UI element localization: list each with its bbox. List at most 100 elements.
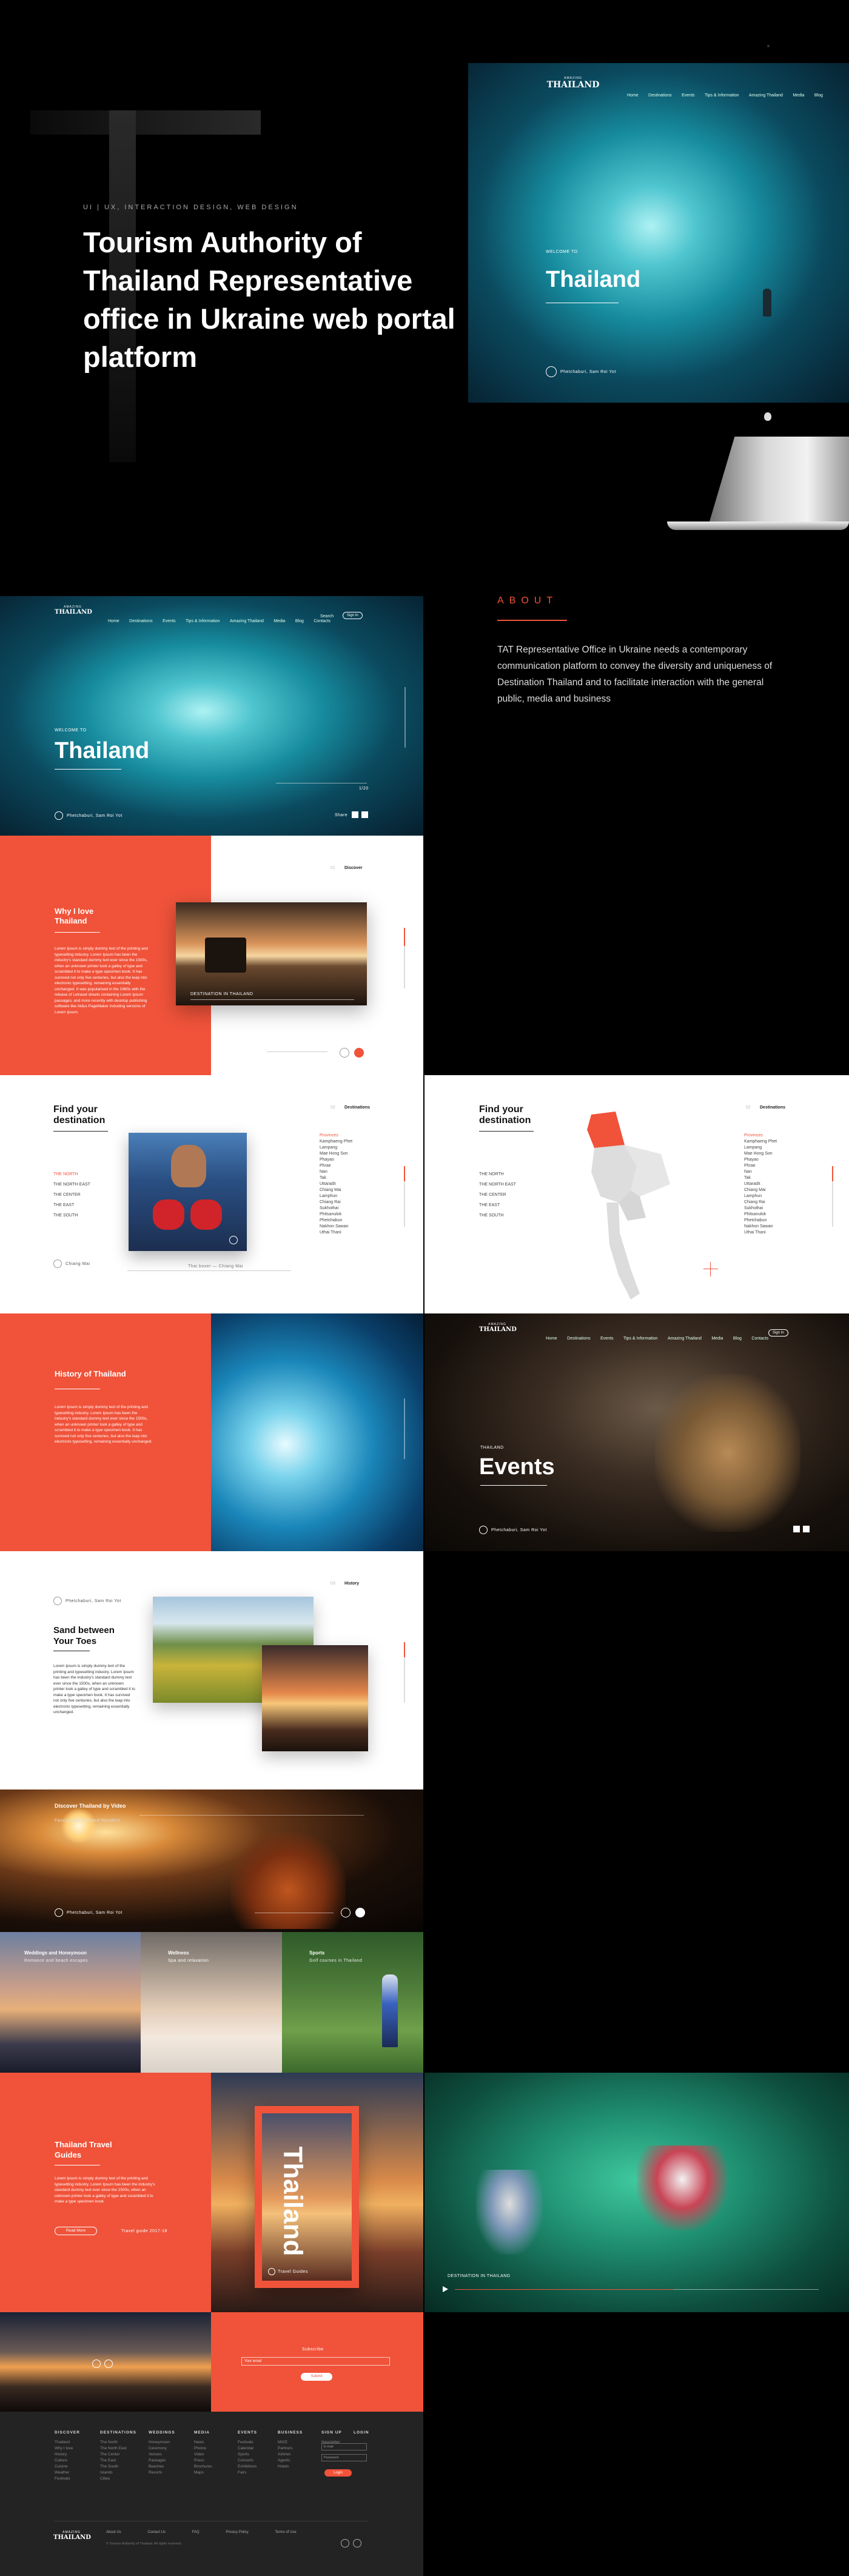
footer-link[interactable]: Festivals <box>55 2476 80 2482</box>
province-item[interactable]: Kamphaeng Phet <box>320 1139 352 1145</box>
events-nav-events[interactable]: Events <box>600 1337 613 1341</box>
province-item[interactable]: Phitsanulok <box>744 1212 777 1218</box>
home-nav-blog[interactable]: Blog <box>295 619 304 623</box>
province-item[interactable]: Phrae <box>744 1163 777 1169</box>
region-east[interactable]: THE EAST <box>479 1200 516 1210</box>
events-nav-amazing[interactable]: Amazing Thailand <box>668 1337 702 1341</box>
home-nav-destinations[interactable]: Destinations <box>129 619 153 623</box>
province-item[interactable]: Uthai Thani <box>320 1230 352 1236</box>
province-item[interactable]: Lamphun <box>744 1193 777 1199</box>
fishing-play-icon[interactable] <box>443 2286 448 2292</box>
footer-link[interactable]: Festivals <box>238 2440 257 2446</box>
home-nav-media[interactable]: Media <box>273 619 285 623</box>
footer-link[interactable]: Maps <box>194 2470 212 2476</box>
guide-book-cover[interactable]: Thailand Travel Guides <box>255 2106 359 2288</box>
region-south[interactable]: THE SOUTH <box>479 1210 516 1221</box>
home-logo[interactable]: AMAZING THAILAND <box>55 605 92 615</box>
home-signin-button[interactable]: Sign In <box>343 612 363 619</box>
footer-login-button[interactable]: Login <box>324 2469 352 2477</box>
events-nav-home[interactable]: Home <box>546 1337 557 1341</box>
footer-link[interactable]: The South <box>100 2464 136 2470</box>
discover-next-button[interactable] <box>355 1908 365 1917</box>
events-nav-tips[interactable]: Tips & Information <box>623 1337 658 1341</box>
footer-link[interactable]: The North <box>100 2440 136 2446</box>
province-item[interactable]: Nakhon Sawan <box>320 1224 352 1230</box>
province-item[interactable]: Nakhon Sawan <box>744 1224 777 1230</box>
footer-link[interactable]: The North East <box>100 2446 136 2452</box>
footer-faq-link[interactable]: FAQ <box>192 2531 200 2534</box>
home-nav-events[interactable]: Events <box>163 619 175 623</box>
province-item[interactable]: Uthai Thani <box>744 1230 777 1236</box>
region-north[interactable]: THE NORTH <box>53 1169 90 1179</box>
footer-link[interactable]: MICE <box>278 2440 303 2446</box>
card-wellness[interactable]: Wellness Spa and relaxation <box>141 1932 282 2073</box>
home-nav-home[interactable]: Home <box>108 619 119 623</box>
province-item[interactable]: Chiang Mai <box>744 1187 777 1193</box>
boxer-photo[interactable] <box>129 1133 247 1251</box>
province-item[interactable]: Kamphaeng Phet <box>744 1139 777 1145</box>
guides-read-more-button[interactable]: Read More <box>55 2227 97 2235</box>
footer-link[interactable]: Concerts <box>238 2458 257 2464</box>
region-north-east[interactable]: THE NORTH EAST <box>479 1179 516 1190</box>
footer-link[interactable]: Islands <box>100 2470 136 2476</box>
footer-link[interactable]: Why I love <box>55 2446 80 2452</box>
why-video[interactable]: DESTINATION IN THAILAND <box>176 902 367 1005</box>
province-item[interactable]: Phrae <box>320 1163 352 1169</box>
events-signin-button[interactable]: Sign In <box>768 1329 788 1337</box>
footer-email-input[interactable]: E-mail <box>321 2443 367 2450</box>
footer-contact-link[interactable]: Contact Us <box>147 2531 166 2534</box>
province-item[interactable]: Lampang <box>320 1145 352 1151</box>
footer-link[interactable]: The East <box>100 2458 136 2464</box>
facebook-icon[interactable] <box>352 811 358 818</box>
province-item[interactable]: Chiang Rai <box>320 1199 352 1206</box>
home-nav-tips[interactable]: Tips & Information <box>186 619 220 623</box>
footer-link[interactable]: Packages <box>149 2458 175 2464</box>
province-item[interactable]: Phetchabun <box>744 1218 777 1224</box>
footer-link[interactable]: Photos <box>194 2446 212 2452</box>
footer-link[interactable]: Honeymoon <box>149 2440 175 2446</box>
monitor-nav-home[interactable]: Home <box>627 93 639 98</box>
footer-link[interactable]: Cuisine <box>55 2464 80 2470</box>
footer-link[interactable]: Weather <box>55 2470 80 2476</box>
region-south[interactable]: THE SOUTH <box>53 1210 90 1221</box>
region-north[interactable]: THE NORTH <box>479 1169 516 1179</box>
home-search[interactable]: Search <box>320 614 334 619</box>
events-linkedin-icon[interactable] <box>803 1526 810 1532</box>
footer-link[interactable]: News <box>194 2440 212 2446</box>
discover-play-button[interactable] <box>341 1908 351 1917</box>
footer-link[interactable]: Video <box>194 2452 212 2458</box>
footer-link[interactable]: Sports <box>238 2452 257 2458</box>
province-item[interactable]: Nan <box>320 1169 352 1175</box>
footer-terms-link[interactable]: Terms of Use <box>275 2531 296 2534</box>
province-item[interactable]: Chiang Mai <box>320 1187 352 1193</box>
province-item[interactable]: Sukhothai <box>744 1206 777 1212</box>
why-next-button[interactable] <box>354 1048 364 1058</box>
province-item[interactable]: Sukhothai <box>320 1206 352 1212</box>
footer-link[interactable]: Venues <box>149 2452 175 2458</box>
events-facebook-icon[interactable] <box>793 1526 800 1532</box>
events-nav-media[interactable]: Media <box>711 1337 723 1341</box>
footer-link[interactable]: Cities <box>100 2476 136 2482</box>
region-north-east[interactable]: THE NORTH EAST <box>53 1179 90 1190</box>
footer-link[interactable]: Press <box>194 2458 212 2464</box>
region-east[interactable]: THE EAST <box>53 1200 90 1210</box>
footer-link[interactable]: Agents <box>278 2458 303 2464</box>
events-nav-blog[interactable]: Blog <box>733 1337 742 1341</box>
province-item[interactable]: Nan <box>744 1169 777 1175</box>
monitor-nav-amazing[interactable]: Amazing Thailand <box>749 93 783 98</box>
thailand-map[interactable] <box>582 1112 673 1306</box>
footer-link[interactable]: Culture <box>55 2458 80 2464</box>
footer-link[interactable]: Ceremony <box>149 2446 175 2452</box>
monitor-nav-tips[interactable]: Tips & Information <box>705 93 739 98</box>
card-weddings[interactable]: Weddings and Honeymoon Romance and beach… <box>0 1932 141 2073</box>
region-center[interactable]: THE CENTER <box>53 1190 90 1200</box>
province-item[interactable]: Uttaradit <box>320 1181 352 1187</box>
subscribe-input[interactable]: Your email <box>241 2357 390 2366</box>
card-sports[interactable]: Sports Golf courses in Thailand <box>282 1932 423 2073</box>
monitor-nav-events[interactable]: Events <box>682 93 694 98</box>
monitor-nav-destinations[interactable]: Destinations <box>648 93 672 98</box>
home-nav-amazing[interactable]: Amazing Thailand <box>230 619 264 623</box>
footer-link[interactable]: Resorts <box>149 2470 175 2476</box>
sunset-photo[interactable] <box>262 1645 368 1751</box>
footer-link[interactable]: Calendar <box>238 2446 257 2452</box>
